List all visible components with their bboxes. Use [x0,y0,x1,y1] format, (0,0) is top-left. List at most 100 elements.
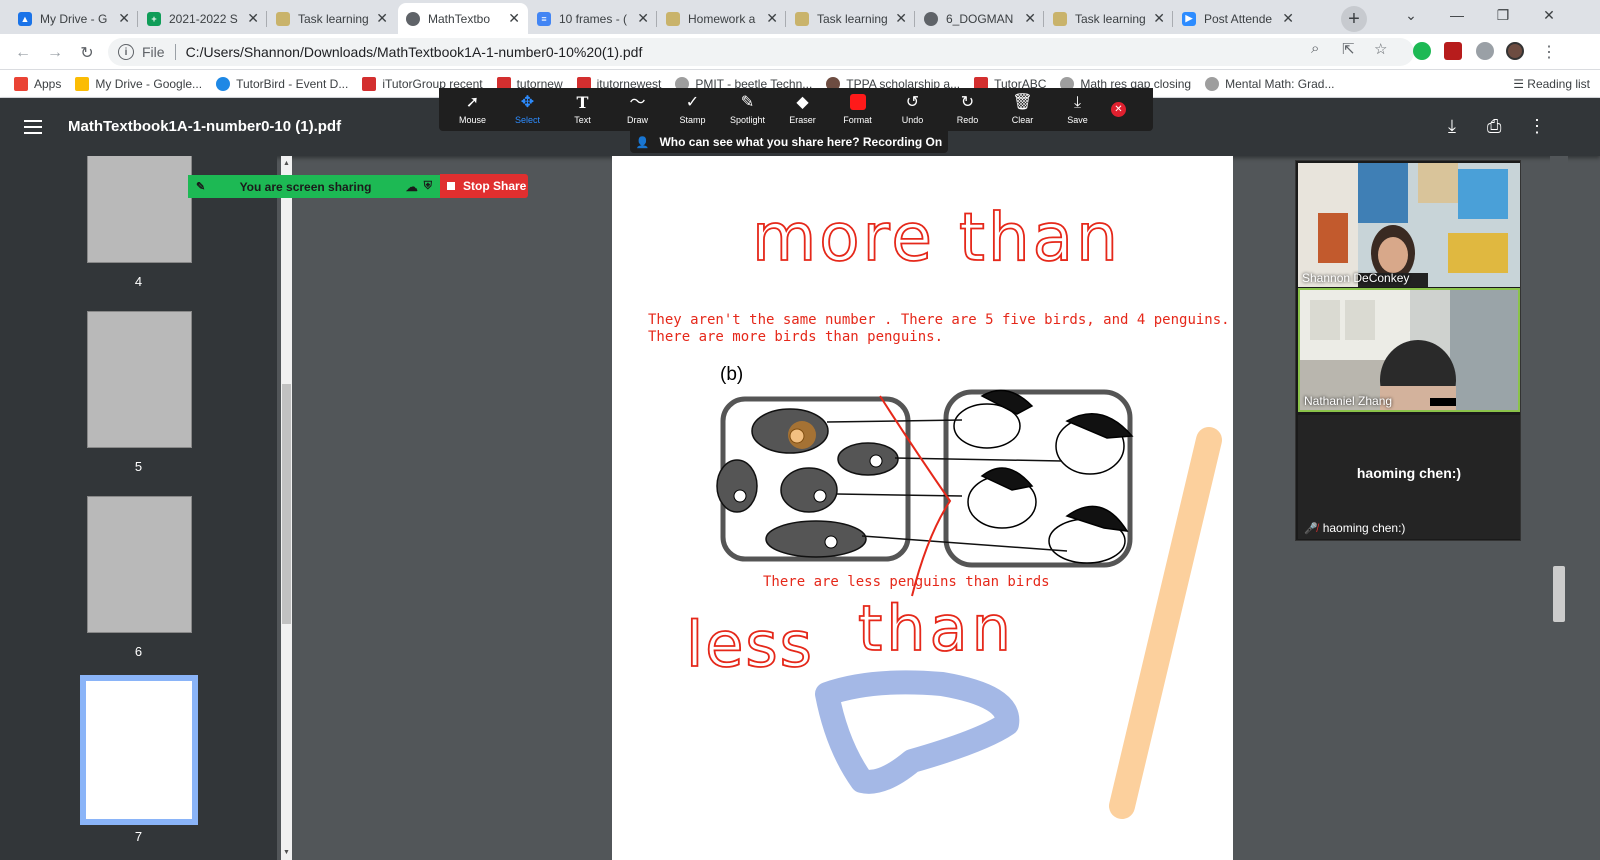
browser-tab[interactable]: Task learning ✕ [1045,3,1173,34]
thumbnail-scrollbar[interactable]: ▲ ▼ [281,156,292,860]
browser-tab[interactable]: 6_DOGMAN ✕ [916,3,1044,34]
browser-tab[interactable]: ▲ My Drive - G ✕ [10,3,138,34]
share-icon[interactable]: ⇱ [1342,40,1355,58]
zoom-magnifier-icon[interactable]: ⌕ [1311,40,1319,57]
participant-video-off[interactable]: haoming chen:) 🎤̸ haoming chen:) [1298,415,1520,539]
close-icon[interactable]: ✕ [118,10,130,27]
sharing-notice[interactable]: 👤 Who can see what you share here? Recor… [630,131,948,153]
thumbnail-page-active[interactable] [80,675,198,825]
close-icon[interactable]: ✕ [895,10,907,27]
extensions-puzzle-icon[interactable] [1476,42,1494,60]
close-annotation-icon[interactable]: ✕ [1111,102,1126,117]
tool-spotlight[interactable]: ✎ Spotlight [720,94,775,125]
tab-title: Post Attende [1204,11,1273,26]
browser-tab[interactable]: ≡ 10 frames - ( ✕ [529,3,657,34]
tool-save[interactable]: ⤓ Save [1050,94,1105,125]
close-icon[interactable]: ✕ [637,10,649,27]
tab-title: Homework a [688,11,756,26]
participant-name-large: haoming chen:) [1356,465,1462,481]
tool-format[interactable]: Format [830,94,885,125]
tool-mouse[interactable]: ➚ Mouse [445,94,500,125]
participant-video-active-speaker[interactable]: Nathaniel Zhang [1298,288,1520,412]
tab-search-icon[interactable]: ⌄ [1388,0,1434,30]
tool-stamp[interactable]: ✓ Stamp [665,94,720,125]
thumbnail-number: 4 [134,274,143,289]
forward-arrow-icon[interactable]: → [44,42,66,64]
globe-icon [406,11,420,26]
print-icon[interactable]: ⎙ [1487,116,1501,137]
browser-tab[interactable]: Task learning ✕ [268,3,396,34]
tool-redo[interactable]: ↻ Redo [940,94,995,125]
close-icon[interactable]: ✕ [247,10,259,27]
tool-text[interactable]: T Text [555,94,610,126]
tool-select[interactable]: ✥ Select [500,94,555,125]
download-icon[interactable]: ⤓ [1448,116,1456,137]
minimize-button[interactable]: — [1434,0,1480,30]
restore-button[interactable]: ❐ [1480,0,1526,30]
browser-tab[interactable]: Homework a ✕ [658,3,786,34]
ublock-icon[interactable] [1444,42,1462,60]
pdf-page: more than less than They aren't the same… [612,156,1233,860]
annotation-toolbar: ➚ Mouse ✥ Select T Text 〜 Draw ✓ Stamp ✎ Spotl… [439,88,1153,131]
close-icon[interactable]: ✕ [508,10,520,27]
spotlight-icon: ✎ [740,94,755,111]
birds-penguins-illustration [716,389,1134,568]
info-icon[interactable]: i [118,44,134,60]
address-bar: ← → ↻ i File C:/Users/Shannon/Downloads/… [0,34,1600,70]
tab-title: 2021-2022 S [169,11,238,26]
stamp-icon: ✓ [685,94,700,111]
sheets-icon: + [147,11,161,26]
bookmark-item[interactable]: Apps [14,76,61,91]
tab-title: MathTextbo [428,11,491,26]
thumbnail-page[interactable] [87,156,192,263]
hamburger-menu-icon[interactable] [24,120,42,134]
browser-tab[interactable]: Task learning ✕ [787,3,915,34]
participant-name: haoming chen:) [1322,521,1406,535]
browser-tab[interactable]: + 2021-2022 S ✕ [139,3,267,34]
menu-kebab-icon[interactable]: ⋮ [1541,42,1557,62]
close-icon[interactable]: ✕ [1024,10,1036,27]
handwritten-less: less [686,608,814,681]
drag-handle-icon[interactable]: ✎ [196,180,205,193]
stop-share-button[interactable]: Stop Share [440,174,528,198]
bookmark-item[interactable]: Mental Math: Grad... [1205,76,1335,91]
screen-sharing-indicator[interactable]: ✎ You are screen sharing ☁ ⛨ [188,175,440,198]
back-arrow-icon[interactable]: ← [12,42,34,64]
bookmark-item[interactable]: My Drive - Google... [75,76,202,91]
close-icon[interactable]: ✕ [1282,10,1294,27]
new-tab-button[interactable]: + [1341,6,1367,32]
tool-draw[interactable]: 〜 Draw [610,94,665,125]
document-scrollbar[interactable] [1550,156,1568,860]
browser-tab[interactable]: ▶ Post Attende ✕ [1174,3,1302,34]
close-icon[interactable]: ✕ [1153,10,1165,27]
thumbnail-page[interactable] [87,496,192,633]
thumbnail-number: 5 [134,459,143,474]
close-icon[interactable]: ✕ [766,10,778,27]
bookmark-star-icon[interactable]: ☆ [1374,40,1387,58]
pdf-title: MathTextbook1A-1-number0-10 (1).pdf [68,118,342,135]
reading-list-icon: ☰ [1513,77,1528,91]
tool-undo[interactable]: ↺ Undo [885,94,940,125]
tab-title: Task learning [1075,11,1146,26]
url-text[interactable]: C:/Users/Shannon/Downloads/MathTextbook1… [186,44,643,60]
close-window-button[interactable]: ✕ [1526,0,1572,30]
tool-eraser[interactable]: ◆ Eraser [775,94,830,125]
thumbnail-page[interactable] [87,311,192,448]
part-label: (b) [720,364,744,385]
eraser-icon: ◆ [796,94,809,111]
close-icon[interactable]: ✕ [376,10,388,27]
tab-title: Task learning [298,11,369,26]
extension-icon[interactable] [1413,42,1431,60]
participant-video[interactable]: Shannon DeConkey [1298,163,1520,287]
browser-tab-active[interactable]: MathTextbo ✕ [398,3,528,34]
bookmark-item[interactable]: TutorBird - Event D... [216,76,348,91]
tool-clear[interactable]: 🗑 Clear [995,94,1050,125]
undo-icon: ↺ [905,94,920,111]
avatar[interactable] [1506,42,1524,60]
reading-list[interactable]: ☰ Reading list [1513,77,1590,91]
participant-name: Nathaniel Zhang [1304,394,1393,408]
more-options-icon[interactable]: ⋮ [1528,116,1546,137]
reload-icon[interactable]: ↻ [76,42,98,64]
omnibox[interactable]: i File C:/Users/Shannon/Downloads/MathTe… [108,38,1414,66]
typed-annotation: There are more birds than penguins. [648,329,944,345]
